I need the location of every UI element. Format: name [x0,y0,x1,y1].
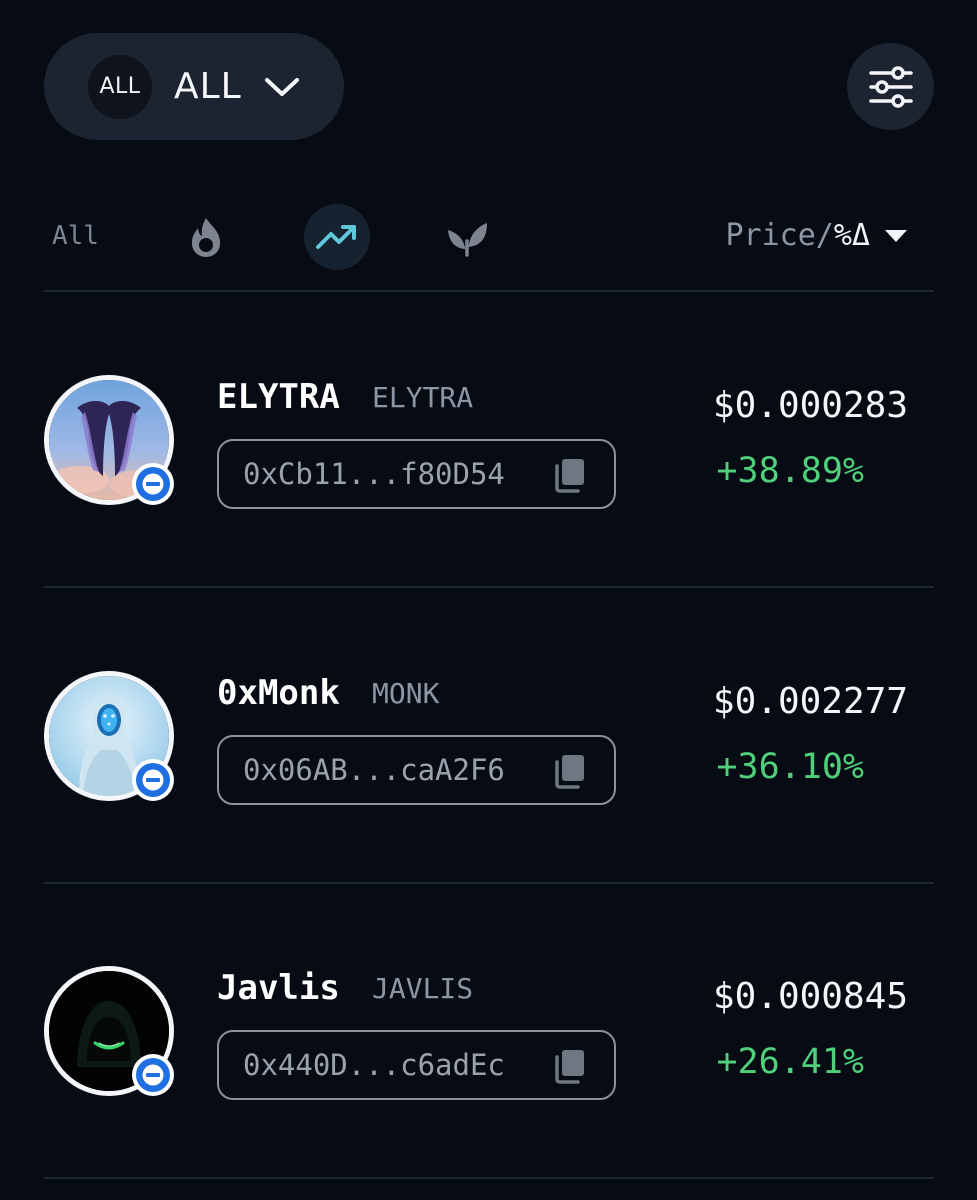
chain-label: ALL [174,66,242,107]
sort-label-price: Price/ [725,218,834,253]
divider [44,1177,934,1179]
sort-label-change: %Δ [833,218,870,253]
category-tabs: All Price/%Δ [44,204,934,270]
token-avatar [44,966,174,1096]
token-address: 0x06AB...caA2F6 [243,753,505,787]
chain-icon [132,463,174,505]
token-address: 0xCb11...f80D54 [243,457,505,491]
token-row[interactable]: ELYTRA ELYTRA 0xCb11...f80D54 $0.000283 … [44,375,934,555]
chain-selector[interactable]: ALL ALL [44,33,344,140]
token-name: 0xMonk [217,673,340,713]
chain-badge: ALL [88,54,152,119]
divider [44,882,934,884]
trending-up-icon [316,225,356,249]
token-avatar [44,375,174,505]
sort-price-change[interactable]: Price/%Δ [726,218,909,253]
token-change: +26.41% [716,1042,864,1082]
tab-new[interactable] [434,204,500,270]
copy-icon [555,1050,584,1084]
divider [44,290,934,292]
token-symbol: JAVLIS [372,972,474,1005]
tab-trending[interactable] [304,204,370,270]
sprout-icon [448,223,487,257]
sliders-icon [868,65,913,108]
token-address-copy[interactable]: 0x06AB...caA2F6 [217,735,616,805]
token-price: $0.000283 [712,385,908,426]
chevron-down-icon [264,69,300,105]
divider [44,586,934,588]
token-price: $0.000845 [712,976,908,1017]
token-row[interactable]: 0xMonk MONK 0x06AB...caA2F6 $0.002277 +3… [44,671,934,851]
token-name: Javlis [217,968,340,1008]
token-change: +36.10% [716,747,864,787]
copy-icon [555,755,584,789]
token-address-copy[interactable]: 0x440D...c6adEc [217,1030,616,1100]
caret-down-icon [885,229,907,242]
tab-all[interactable]: All [52,221,99,251]
token-avatar [44,671,174,801]
copy-icon [555,459,584,493]
filter-button[interactable] [847,43,934,130]
token-name: ELYTRA [217,377,340,417]
token-row[interactable]: Javlis JAVLIS 0x440D...c6adEc $0.000845 … [44,966,934,1146]
token-symbol: MONK [372,677,440,710]
flame-icon [191,218,221,257]
token-address: 0x440D...c6adEc [243,1048,505,1082]
token-price: $0.002277 [712,681,908,722]
token-symbol: ELYTRA [372,381,474,414]
tab-hot[interactable] [173,204,239,270]
chain-icon [132,1054,174,1096]
token-address-copy[interactable]: 0xCb11...f80D54 [217,439,616,509]
token-change: +38.89% [716,451,864,491]
chain-icon [132,759,174,801]
